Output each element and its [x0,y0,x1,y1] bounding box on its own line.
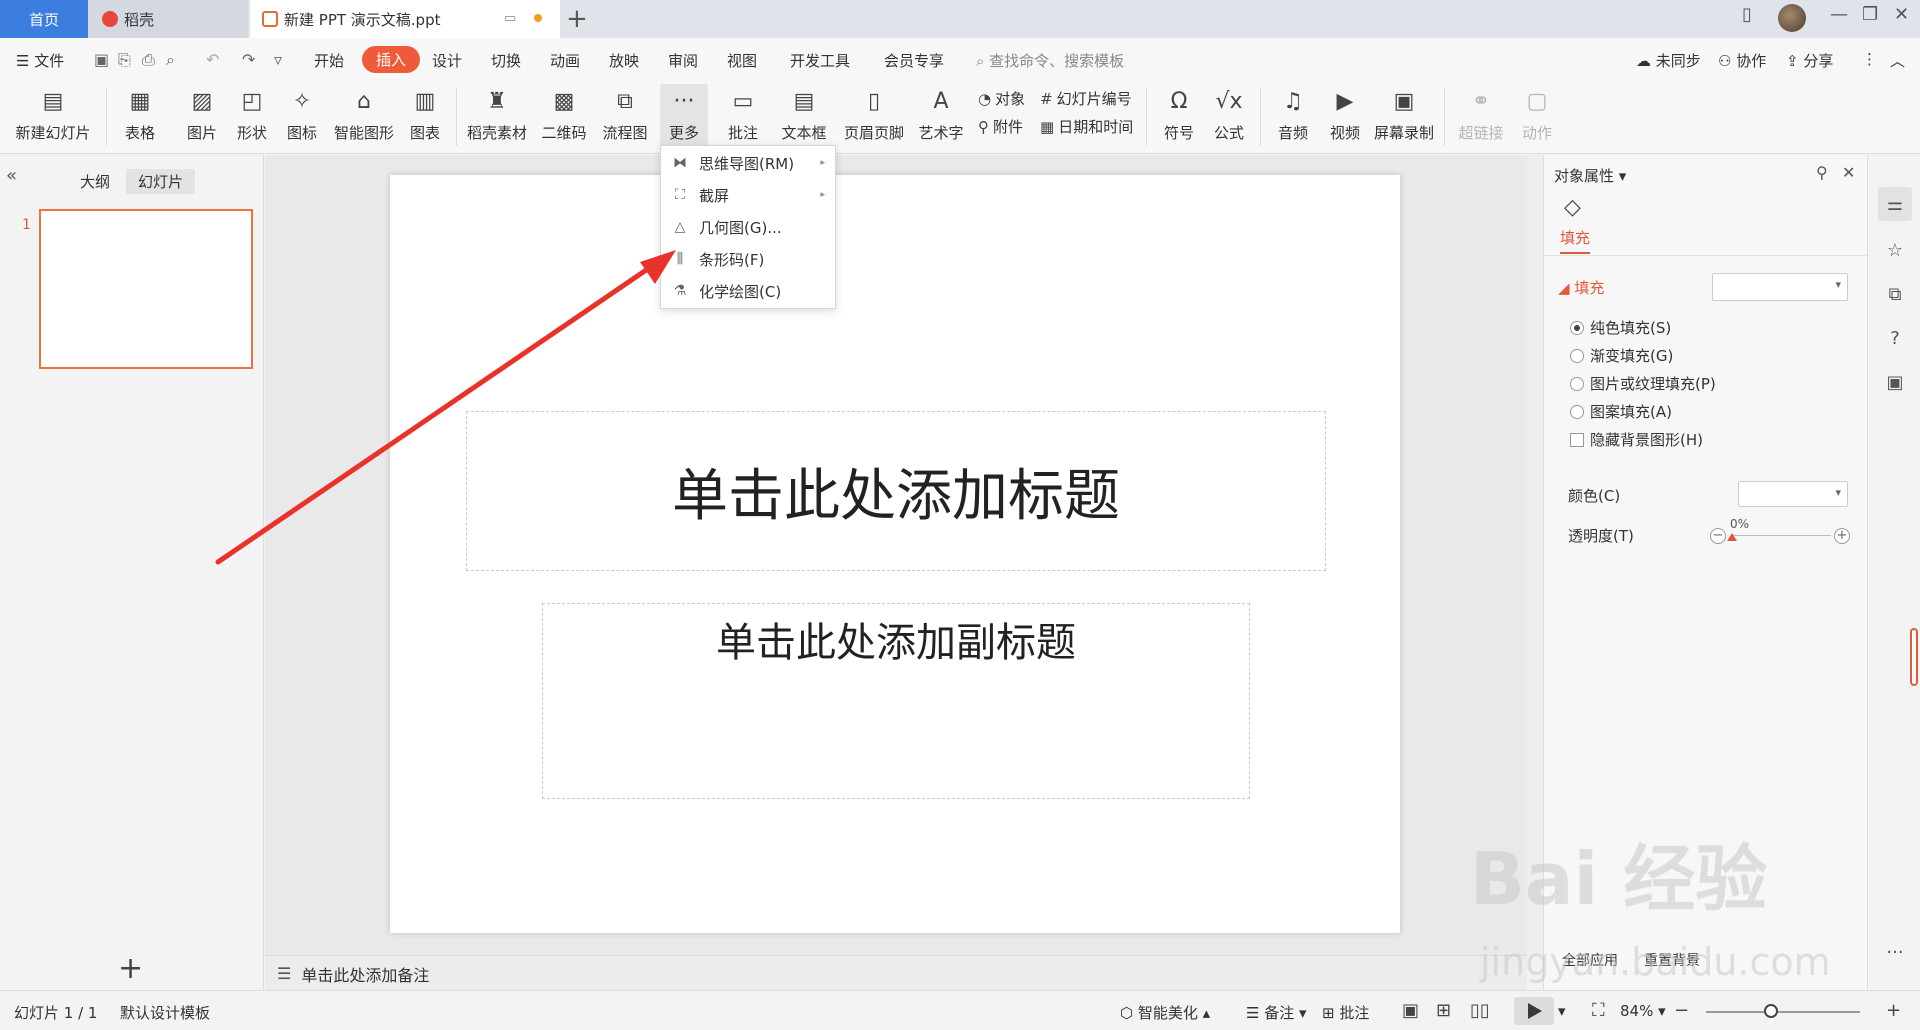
normal-view-icon[interactable]: ▣ [1402,1000,1419,1021]
zoom-out-icon[interactable]: − [1674,1000,1689,1021]
sorter-view-icon[interactable]: ⊞ [1436,1000,1451,1021]
notes-toggle-button[interactable]: ☰ 备注 ▾ [1246,1002,1307,1023]
fit-window-icon[interactable]: ⛶ [1592,1000,1605,1021]
template-name[interactable]: 默认设计模板 [120,1002,210,1023]
annotation-arrow-shaft [215,261,658,565]
zoom-level[interactable]: 84% ▾ [1620,1002,1666,1020]
baidu-watermark: Bai 经验 [1470,837,1768,921]
annotation-arrow-head [640,250,676,284]
comments-toggle-label: 批注 [1339,1004,1370,1022]
comments-toggle-button[interactable]: ⊞ 批注 [1322,1002,1369,1023]
zoom-slider[interactable] [1706,1011,1860,1013]
slide-info: 幻灯片 1 / 1 [14,1004,98,1022]
baidu-watermark-url: jingyan.baidu.com [1480,940,1831,984]
status-bar: 幻灯片 1 / 1 默认设计模板 ⬡ 智能美化 ▴ ☰ 备注 ▾ ⊞ 批注 ▣ … [0,990,1920,1030]
smart-beautify-button[interactable]: ⬡ 智能美化 ▴ [1120,1002,1210,1023]
reading-view-icon[interactable]: ▯▯ [1470,1000,1490,1021]
zoom-slider-thumb[interactable] [1764,1004,1778,1018]
play-slideshow-button[interactable] [1514,997,1554,1025]
zoom-level-label: 84% [1620,1002,1654,1020]
smart-beautify-label: 智能美化 [1137,1004,1198,1022]
zoom-in-icon[interactable]: + [1886,1000,1901,1021]
play-options-icon[interactable]: ▾ [1558,1002,1566,1020]
notes-toggle-label: 备注 [1264,1004,1295,1022]
